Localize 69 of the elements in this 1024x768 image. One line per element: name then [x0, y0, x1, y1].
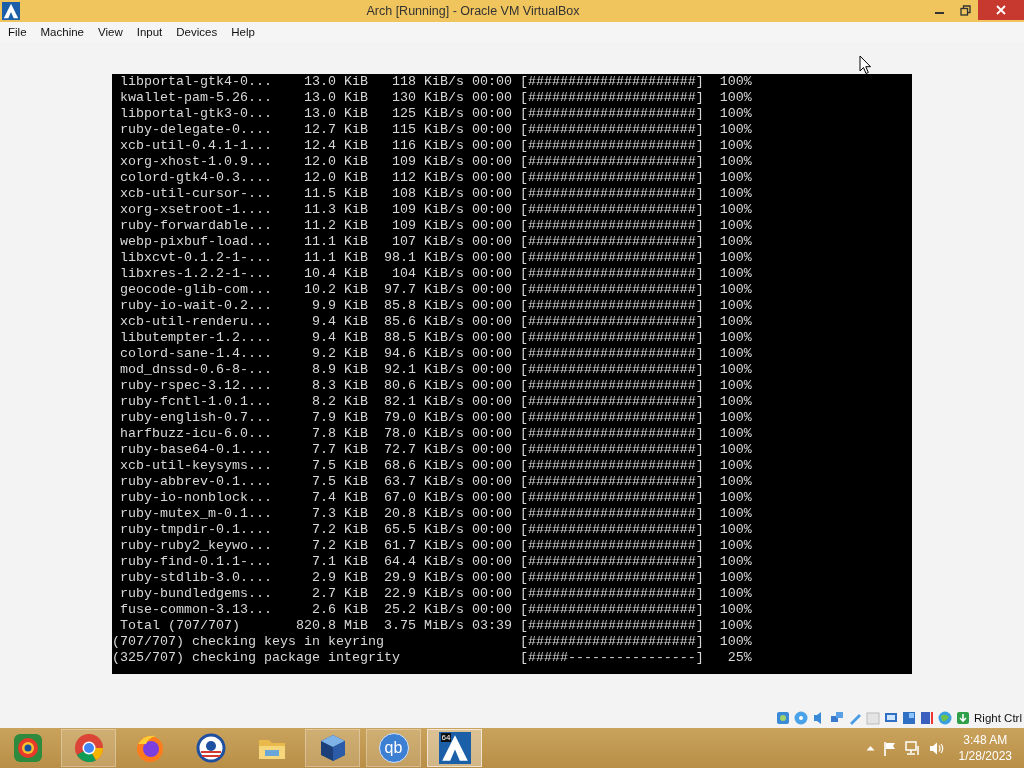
- terminal-line: ruby-tmpdir-0.1.... 7.2 KiB 65.5 KiB/s 00:00 [#####################] 100%: [119, 522, 752, 538]
- terminal-line: geocode-glib-com... 10.2 KiB 97.7 KiB/s 00:00 [#####################] 100%: [119, 282, 752, 298]
- menu-item[interactable]: Input: [129, 26, 170, 38]
- terminal-line: ruby-mutex_m-0.1... 7.3 KiB 20.8 KiB/s 00:00 [#####################] 100%: [119, 506, 752, 522]
- close-icon: [996, 5, 1006, 15]
- menu-item[interactable]: Devices: [169, 26, 225, 38]
- terminal-line: ruby-stdlib-3.0.... 2.9 KiB 29.9 KiB/s 00:00 [#####################] 100%: [119, 570, 752, 586]
- terminal-line: ruby-io-wait-0.2... 9.9 KiB 85.8 KiB/s 00:00 [#####################] 100%: [119, 298, 752, 314]
- terminal-line: xorg-xsetroot-1.... 11.3 KiB 109 KiB/s 00:00 [#####################] 100%: [119, 202, 752, 218]
- terminal-line: kwallet-pam-5.26... 13.0 KiB 130 KiB/s 00:00 [#####################] 100%: [119, 90, 752, 106]
- show-hidden-icons-caret[interactable]: [865, 745, 875, 751]
- speaker-icon[interactable]: [928, 740, 945, 756]
- terminal-line: fuse-common-3.13... 2.6 KiB 25.2 KiB/s 00:00 [#####################] 100%: [119, 602, 752, 618]
- terminal-line: ruby-ruby2_keywo... 7.2 KiB 61.7 KiB/s 00:00 [#####################] 100%: [119, 538, 752, 554]
- terminal-line: xcb-util-cursor-... 11.5 KiB 108 KiB/s 00:00 [#####################] 100%: [119, 186, 752, 202]
- menu-item[interactable]: Machine: [33, 26, 91, 38]
- terminal-line: ruby-delegate-0.... 12.7 KiB 115 KiB/s 00:00 [#####################] 100%: [119, 122, 752, 138]
- terminal-line: libxres-1.2.2-1-... 10.4 KiB 104 KiB/s 00:00 [#####################] 100%: [119, 266, 752, 282]
- terminal-line: xcb-util-renderu... 9.4 KiB 85.6 KiB/s 00:00 [#####################] 100%: [119, 314, 752, 330]
- terminal-line: colord-sane-1.4.... 9.2 KiB 94.6 KiB/s 00:00 [#####################] 100%: [119, 346, 752, 362]
- terminal-line: ruby-bundledgems... 2.7 KiB 22.9 KiB/s 00:00 [#####################] 100%: [119, 586, 752, 602]
- terminal-line: ruby-io-nonblock... 7.4 KiB 67.0 KiB/s 00:00 [#####################] 100%: [119, 490, 752, 506]
- terminal-line: xcb-util-0.4.1-1... 12.4 KiB 116 KiB/s 00:00 [#####################] 100%: [119, 138, 752, 154]
- terminal-line: colord-gtk4-0.3.... 12.0 KiB 112 KiB/s 00:00 [#####################] 100%: [119, 170, 752, 186]
- capture-icon[interactable]: [901, 710, 918, 726]
- app-icon: [2, 2, 20, 20]
- arch-icon: 64: [438, 732, 471, 764]
- terminal-line: libxcvt-0.1.2-1-... 11.1 KiB 98.1 KiB/s 00:00 [#####################] 100%: [119, 250, 752, 266]
- menu-item[interactable]: View: [91, 26, 130, 38]
- keyboard-capture-icon[interactable]: [955, 710, 972, 726]
- terminal-line: ruby-rspec-3.12.... 8.3 KiB 80.6 KiB/s 00:00 [#####################] 100%: [119, 378, 752, 394]
- terminal-line: xorg-xhost-1.0.9... 12.0 KiB 109 KiB/s 00:00 [#####################] 100%: [119, 154, 752, 170]
- qb-logo: qb: [378, 733, 409, 763]
- terminal-line: mod_dnssd-0.6-8-... 8.9 KiB 92.1 KiB/s 00:00 [#####################] 100%: [119, 362, 752, 378]
- browser-icon: [72, 732, 105, 764]
- terminal-line: xcb-util-keysyms... 7.5 KiB 68.6 KiB/s 00:00 [#####################] 100%: [119, 458, 752, 474]
- terminal-line: libportal-gtk4-0... 13.0 KiB 118 KiB/s 00:00 [#####################] 100%: [119, 74, 752, 90]
- host-key-label: Right Ctrl: [974, 712, 1022, 724]
- taskbar-button[interactable]: [305, 729, 360, 767]
- globe-icon[interactable]: [937, 710, 954, 726]
- terminal-line: ruby-english-0.7... 7.9 KiB 79.0 KiB/s 00:00 [#####################] 100%: [119, 410, 752, 426]
- rising-sun-icon: [194, 732, 227, 764]
- close-button[interactable]: [978, 0, 1024, 20]
- window-title: Arch [Running] - Oracle VM VirtualBox: [365, 4, 581, 18]
- taskbar-button[interactable]: qb: [366, 729, 421, 767]
- terminal-line: Total (707/707) 820.8 MiB 3.75 MiB/s 03:39 [#####################] 100%: [119, 618, 752, 634]
- terminal-line: libportal-gtk3-0... 13.0 KiB 125 KiB/s 00:00 [#####################] 100%: [119, 106, 752, 122]
- terminal-line: ruby-abbrev-0.1.... 7.5 KiB 63.7 KiB/s 00:00 [#####################] 100%: [119, 474, 752, 490]
- terminal-line: webp-pixbuf-load... 11.1 KiB 107 KiB/s 00:00 [#####################] 100%: [119, 234, 752, 250]
- terminal-line: ruby-forwardable... 11.2 KiB 109 KiB/s 00:00 [#####################] 100%: [119, 218, 752, 234]
- taskbar-button[interactable]: 64: [427, 729, 482, 767]
- ring-icon: [11, 732, 44, 764]
- terminal-line: libutempter-1.2.... 9.4 KiB 88.5 KiB/s 00:00 [#####################] 100%: [119, 330, 752, 346]
- optical-disc-icon[interactable]: [793, 710, 810, 726]
- terminal-line: harfbuzz-icu-6.0... 7.8 KiB 78.0 KiB/s 00:00 [#####################] 100%: [119, 426, 752, 442]
- terminal-line: ruby-base64-0.1.... 7.7 KiB 72.7 KiB/s 00:00 [#####################] 100%: [119, 442, 752, 458]
- clock-date: 1/28/2023: [958, 748, 1012, 764]
- network-icon[interactable]: [904, 740, 921, 756]
- terminal-line: ruby-find-0.1.1-... 7.1 KiB 64.4 KiB/s 00:00 [#####################] 100%: [119, 554, 752, 570]
- menu-item[interactable]: Help: [224, 26, 262, 38]
- flag-icon[interactable]: [882, 740, 897, 756]
- terminal-line: (325/707) checking package integrity [#####----------------] 25%: [112, 650, 752, 666]
- menu-item[interactable]: File: [1, 26, 34, 38]
- minimize-icon: [934, 12, 944, 14]
- restore-icon: [959, 4, 971, 16]
- terminal-line: ruby-fcntl-1.0.1... 8.2 KiB 82.1 KiB/s 00:00 [#####################] 100%: [119, 394, 752, 410]
- clock-time: 3:48 AM: [963, 732, 1008, 748]
- cpu-icon[interactable]: [919, 710, 936, 726]
- terminal-line: (707/707) checking keys in keyring [#####################] 100%: [112, 634, 752, 650]
